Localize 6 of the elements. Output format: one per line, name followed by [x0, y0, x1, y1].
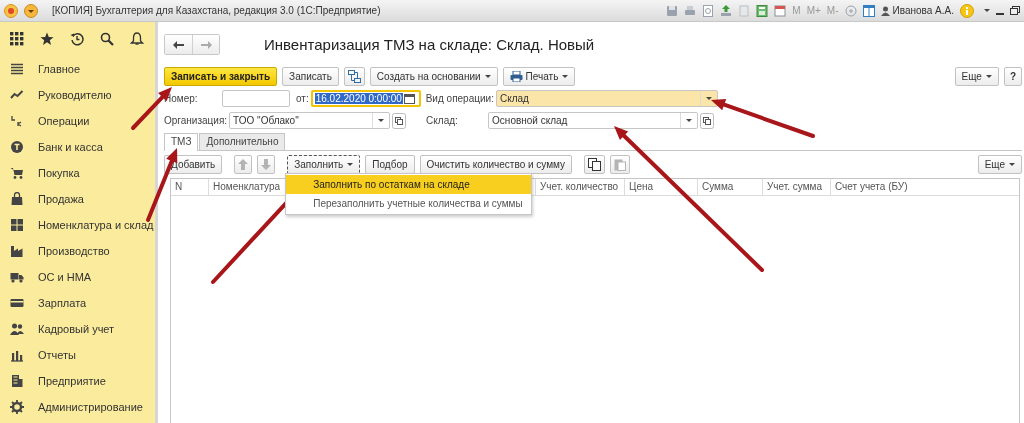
- field-label: Организация:: [164, 115, 229, 126]
- window-title: [КОПИЯ] Бухгалтерия для Казахстана, редакция 3.0 (1С:Предприятие): [52, 5, 381, 16]
- field-label: Вид операции:: [425, 93, 495, 104]
- field-label: от:: [296, 93, 310, 104]
- field-label: Склад:: [426, 115, 459, 126]
- form-title: Инвентаризация ТМЗ на складе: Склад. Новый: [264, 36, 595, 53]
